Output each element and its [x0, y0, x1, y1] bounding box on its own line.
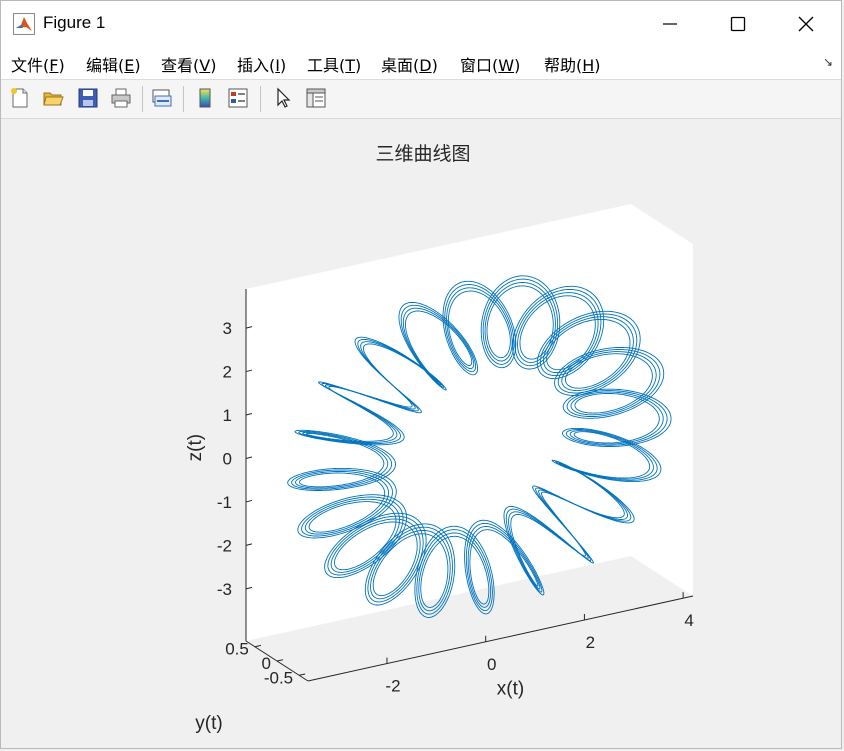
z-axis-label: z(t) — [185, 434, 206, 461]
axes-back-wall — [246, 204, 631, 641]
z-tick-label: 2 — [223, 363, 232, 382]
y-tick — [299, 673, 306, 676]
x-tick-label: 0 — [487, 655, 496, 674]
z-tick-label: -3 — [217, 580, 232, 599]
figure-window: Figure 1 文件(F) 编辑(E) 查看(V) 插入(I) 工具(T) 桌… — [0, 0, 842, 749]
y-tick-label: 0.5 — [225, 640, 249, 659]
x-axis-label: x(t) — [497, 679, 524, 700]
z-tick-label: 3 — [223, 319, 232, 338]
y-tick — [254, 644, 261, 648]
z-tick-label: 1 — [223, 406, 232, 425]
x-tick-label: 2 — [586, 633, 595, 652]
z-tick-label: 0 — [223, 449, 232, 468]
x-tick-label: 4 — [684, 611, 693, 630]
x-tick-label: -2 — [385, 677, 400, 696]
y-tick — [276, 659, 284, 662]
plot-3d[interactable]: -3-2-10123-2024-0.500.5 x(t) y(t) z(t) — [1, 1, 843, 750]
z-tick-label: -2 — [217, 536, 232, 555]
z-tick-label: -1 — [217, 493, 232, 512]
y-tick-label: 0 — [262, 654, 271, 673]
y-axis-label: y(t) — [195, 713, 222, 734]
